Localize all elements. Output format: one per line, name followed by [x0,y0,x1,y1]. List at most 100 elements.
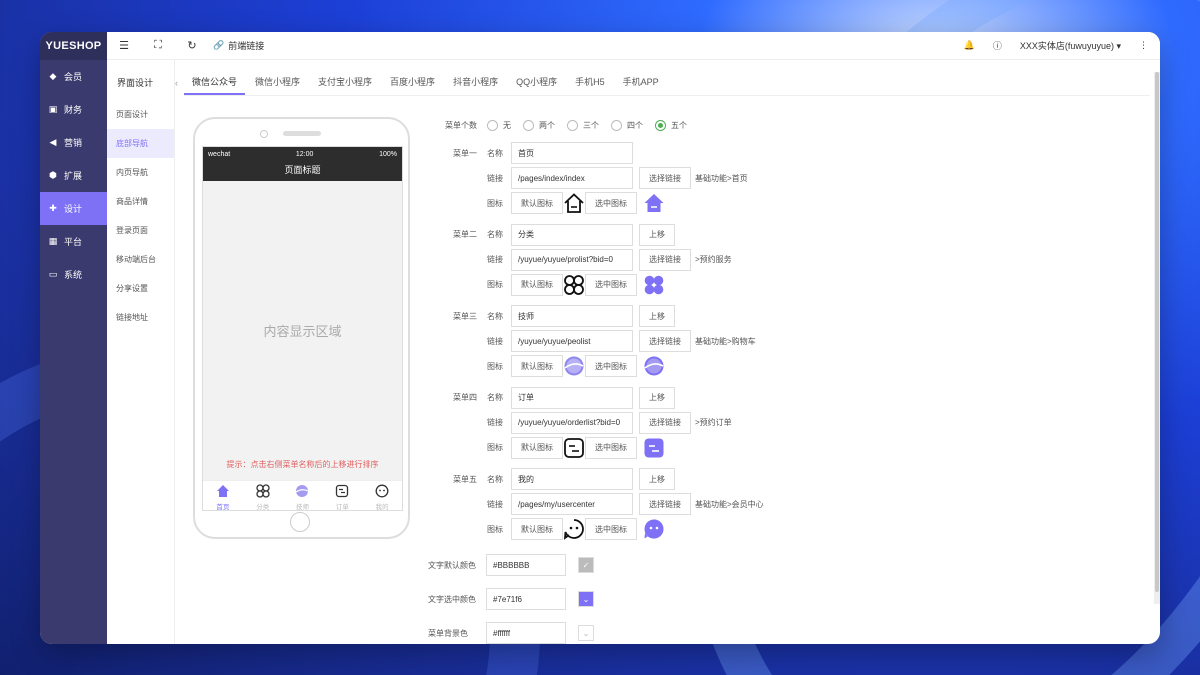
menu-bg-color-swatch[interactable]: ⌄ [578,625,594,641]
text-selected-color-input[interactable]: #7e71f6 [486,588,566,610]
tab-wechat-mini[interactable]: 微信小程序 [247,72,308,95]
tabbar-item-technician[interactable]: 技师 [283,481,323,510]
planet-icon [563,355,585,377]
sidebar-item-extend[interactable]: ⬢ 扩展 [40,159,107,192]
subnav-item[interactable]: 分享设置 [107,274,174,303]
menu-name-input[interactable]: 首页 [511,142,633,164]
tab-alipay-mini[interactable]: 支付宝小程序 [310,72,380,95]
menu-name-input[interactable]: 分类 [511,223,633,246]
tab-h5[interactable]: 手机H5 [567,72,613,95]
default-icon-button[interactable]: 默认图标 [511,436,563,459]
name-label: 名称 [487,393,503,402]
radio-none[interactable]: 无 [487,120,511,131]
sidebar-item-design[interactable]: ✚ 设计 [40,192,107,225]
help-icon[interactable]: ⓘ [993,39,1002,52]
move-up-button[interactable]: 上移 [639,468,675,490]
select-link-button[interactable]: 选择链接 [639,330,691,352]
text-default-color-swatch[interactable]: ✓ [578,557,594,573]
tabbar-item-order[interactable]: 订单 [322,481,362,510]
fullscreen-icon[interactable]: ⛶ [141,39,175,52]
menu-label: 菜单三 [453,311,477,321]
move-up-button[interactable]: 上移 [639,305,675,327]
refresh-icon[interactable]: ↻ [175,39,209,52]
link-note: 基础功能>购物车 [695,336,756,346]
sidebar-item-marketing[interactable]: ◀ 营销 [40,126,107,159]
app-window: YUESHOP ◆ 会员 ▣ 财务 ◀ 营销 ⬢ 扩展 ✚ 设计 ▦ 平台 ▭ … [40,32,1160,644]
more-icon[interactable]: ⋮ [1139,40,1148,51]
menu-link-row: 链接 /pages/index/index 选择链接 基础功能>首页 [487,167,748,189]
icon-label: 图标 [487,198,503,208]
move-up-button[interactable]: 上移 [639,223,675,246]
bell-icon[interactable]: 🔔 [964,40,975,51]
front-link[interactable]: 🔗 前端链接 [213,39,264,52]
subnav-item[interactable]: 页面设计 [107,100,174,129]
tab-app[interactable]: 手机APP [615,72,667,95]
subnav-item[interactable]: 内页导航 [107,158,174,187]
link-label: 链接 [487,336,503,346]
menu-bg-color-input[interactable]: #ffffff [486,622,566,644]
selected-icon-button[interactable]: 选中图标 [585,192,637,214]
wallet-icon: ▣ [48,104,58,114]
page-title: 页面标题 [203,161,402,181]
phone-speaker [283,131,321,136]
menu-link-input[interactable]: /yuyue/yuyue/orderlist?bid=0 [511,411,633,434]
clover-icon-selected [643,274,665,296]
select-link-button[interactable]: 选择链接 [639,167,691,189]
sidebar-item-system[interactable]: ▭ 系统 [40,258,107,291]
tabbar-item-category[interactable]: 分类 [243,481,283,510]
menu-link-row: 链接 /yuyue/yuyue/peolist 选择链接 基础功能>购物车 [487,330,756,352]
menu-link-input[interactable]: /pages/my/usercenter [511,493,633,515]
tab-wechat-mp[interactable]: 微信公众号 [184,72,246,95]
default-icon-button[interactable]: 默认图标 [511,518,563,540]
subnav-item[interactable]: 登录页面 [107,216,174,245]
icon-label: 图标 [487,361,503,371]
select-link-button[interactable]: 选择链接 [639,411,691,434]
radio-five[interactable]: 五个 [655,120,687,131]
menu-name-input[interactable]: 订单 [511,386,633,409]
move-up-button[interactable]: 上移 [639,386,675,409]
select-link-button[interactable]: 选择链接 [639,493,691,515]
subnav-item[interactable]: 链接地址 [107,303,174,332]
tabbar-item-home[interactable]: 首页 [203,481,243,510]
tab-douyin-mini[interactable]: 抖音小程序 [445,72,506,95]
menu-link-row: 链接 /yuyue/yuyue/prolist?bid=0 选择链接 >预约服务 [487,248,732,271]
menu-link-input[interactable]: /yuyue/yuyue/prolist?bid=0 [511,248,633,271]
tabbar-item-mine[interactable]: 我的 [362,481,402,510]
menu-icon-row: 图标 默认图标 选中图标 [487,436,665,459]
default-icon-button[interactable]: 默认图标 [511,192,563,214]
selected-icon-button[interactable]: 选中图标 [585,355,637,377]
subnav-item[interactable]: 移动端后台 [107,245,174,274]
menu-link-input[interactable]: /yuyue/yuyue/peolist [511,330,633,352]
radio-three[interactable]: 三个 [567,120,599,131]
selected-icon-button[interactable]: 选中图标 [585,518,637,540]
default-icon-button[interactable]: 默认图标 [511,273,563,296]
menu-icon-row: 图标 默认图标 选中图标 [487,518,665,540]
menu-link-input[interactable]: /pages/index/index [511,167,633,189]
tab-qq-mini[interactable]: QQ小程序 [508,72,565,95]
subnav-item[interactable]: 商品详情 [107,187,174,216]
selected-icon-button[interactable]: 选中图标 [585,273,637,296]
diamond-icon: ◆ [49,71,57,81]
text-default-color-input[interactable]: #BBBBBB [486,554,566,576]
selected-icon-button[interactable]: 选中图标 [585,436,637,459]
order-icon-selected [643,437,665,459]
sidebar-item-finance[interactable]: ▣ 财务 [40,93,107,126]
page-scrollbar[interactable] [1154,72,1160,604]
collapse-icon[interactable]: ‹ [175,60,178,106]
subnav-item-active[interactable]: 底部导航 [107,129,174,158]
clover-icon [256,484,270,498]
sidebar-item-member[interactable]: ◆ 会员 [40,60,107,93]
tab-baidu-mini[interactable]: 百度小程序 [382,72,443,95]
radio-two[interactable]: 两个 [523,120,555,131]
user-menu[interactable]: XXX实体店(fuwuyuyue) ▾ [1020,39,1121,52]
sidebar-item-platform[interactable]: ▦ 平台 [40,225,107,258]
status-bar: wechat 12:00 100% [203,147,402,161]
text-selected-color-swatch[interactable]: ⌄ [578,591,594,607]
menu-name-input[interactable]: 我的 [511,468,633,490]
select-link-button[interactable]: 选择链接 [639,248,691,271]
menu-icon-row: 图标 默认图标 选中图标 [487,355,665,377]
radio-four[interactable]: 四个 [611,120,643,131]
menu-name-input[interactable]: 技师 [511,305,633,327]
default-icon-button[interactable]: 默认图标 [511,355,563,377]
menu-toggle-icon[interactable]: ☰ [107,39,141,52]
